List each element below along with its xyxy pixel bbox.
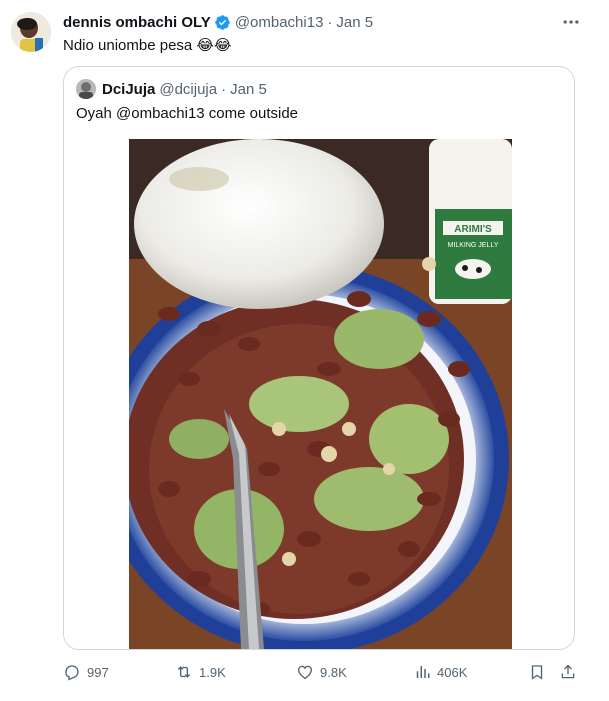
- action-bar: 997 1.9K 9.8K 406K: [63, 660, 583, 684]
- quoted-author-name: DciJuja: [102, 80, 156, 98]
- views-icon: [416, 666, 430, 678]
- avatar[interactable]: [11, 12, 51, 52]
- retweet-icon: [177, 666, 191, 678]
- reply-button[interactable]: 997: [63, 660, 109, 684]
- bookmark-button[interactable]: [528, 660, 546, 684]
- views-button[interactable]: 406K: [413, 660, 467, 684]
- quoted-author-handle: @dcijuja: [159, 80, 218, 98]
- tweet-text: Ndio uniombe pesa 😂😂: [63, 37, 232, 54]
- reply-icon: [65, 665, 79, 681]
- like-button[interactable]: 9.8K: [296, 660, 347, 684]
- jar-brand-label: ARIMI'S: [454, 224, 492, 235]
- author-handle[interactable]: @ombachi13: [235, 14, 324, 31]
- tweet-header: dennis ombachi OLY @ombachi13 · Jan 5: [63, 12, 373, 32]
- separator: ·: [221, 80, 227, 98]
- more-options-icon[interactable]: [561, 12, 581, 32]
- quoted-avatar[interactable]: [76, 79, 96, 99]
- quoted-tweet[interactable]: DciJuja @dcijuja · Jan 5 Oyah @ombachi13…: [63, 66, 575, 650]
- views-count: 406K: [437, 664, 468, 680]
- like-icon: [297, 665, 313, 680]
- jar-product-label: MILKING JELLY: [448, 242, 499, 249]
- retweet-count: 1.9K: [199, 664, 226, 680]
- share-icon: [561, 664, 575, 679]
- jelly-jar: ARIMI'S MILKING JELLY: [429, 139, 512, 304]
- reply-count: 997: [87, 664, 109, 680]
- timestamp[interactable]: Jan 5: [336, 14, 373, 31]
- retweet-button[interactable]: 1.9K: [175, 660, 226, 684]
- bookmark-icon: [531, 665, 543, 680]
- quoted-photo[interactable]: ARIMI'S MILKING JELLY: [129, 139, 512, 649]
- verified-badge-icon: [215, 14, 230, 30]
- like-count: 9.8K: [320, 664, 347, 680]
- author-name[interactable]: dennis ombachi OLY: [63, 14, 211, 31]
- tweet: dennis ombachi OLY @ombachi13 · Jan 5 Nd…: [0, 0, 609, 701]
- quoted-timestamp: Jan 5: [230, 80, 267, 98]
- quoted-header: DciJuja @dcijuja · Jan 5: [102, 79, 267, 99]
- separator: ·: [327, 13, 333, 31]
- quoted-text: Oyah @ombachi13 come outside: [76, 105, 299, 122]
- share-button[interactable]: [559, 660, 577, 684]
